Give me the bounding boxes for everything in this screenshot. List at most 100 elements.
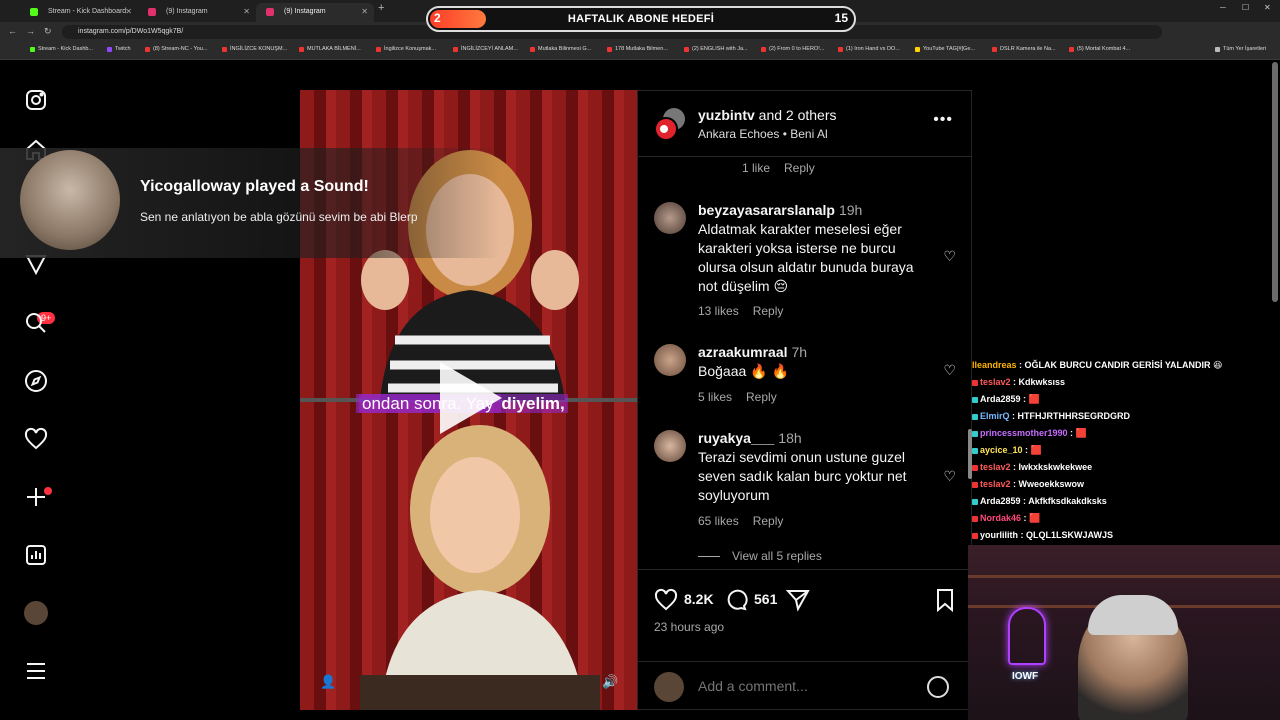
instagram-icon xyxy=(148,8,156,16)
bookmark-item[interactable]: (1) Iron Hand vs DO... xyxy=(838,46,900,52)
bookmark-item[interactable]: YouTube TAG[#]Ge... xyxy=(915,46,975,52)
search-icon[interactable] xyxy=(24,311,48,335)
like-count[interactable]: 13 likes xyxy=(698,304,739,318)
close-window-button[interactable]: ✕ xyxy=(1264,3,1271,12)
chat-text: HTFHJRTHHRSEGRDGRD xyxy=(1017,411,1131,421)
comment-text: Boğaaa 🔥 🔥 xyxy=(698,363,789,379)
bookmark-item[interactable]: MUTLAKA BİLMENİ... xyxy=(299,46,361,52)
bookmark-item[interactable]: (2) ENGLISH with Ja... xyxy=(684,46,748,52)
bookmark-item[interactable]: DSLR Kamera ile Na... xyxy=(992,46,1056,52)
chat-user: Arda2859 xyxy=(980,394,1021,404)
chat-text: Akfkfksdkakdksks xyxy=(1028,496,1107,506)
chat-user: aycice_10 xyxy=(980,445,1023,455)
like-count[interactable]: 65 likes xyxy=(698,514,739,528)
comment-total[interactable]: 561 xyxy=(754,591,777,607)
chat-user: Arda2859 xyxy=(980,496,1021,506)
bookmark-item[interactable]: (5) Mortal Kombat 4... xyxy=(1069,46,1130,52)
explore-icon[interactable] xyxy=(24,369,48,393)
page-scrollbar[interactable] xyxy=(1272,62,1278,302)
chat-message: Arda2859 : Akfkfksdkakdksks xyxy=(972,496,1107,506)
comment-username[interactable]: beyzayasararslanalp xyxy=(698,202,835,218)
tab-instagram-1[interactable]: (9) Instagram ✕ xyxy=(138,3,256,22)
chat-text: 🟥 xyxy=(1030,445,1042,455)
chat-user: teslav2 xyxy=(980,462,1011,472)
reply-button[interactable]: Reply xyxy=(784,161,815,175)
comment-avatar[interactable] xyxy=(654,344,686,376)
reload-button[interactable]: ↻ xyxy=(44,26,52,37)
sound-alert-overlay: Yicogalloway played a Sound! Sen ne anla… xyxy=(0,148,500,258)
more-options-icon[interactable]: ••• xyxy=(933,111,953,129)
view-replies-link[interactable]: View all 5 replies xyxy=(698,549,822,563)
author-suffix[interactable]: and 2 others xyxy=(759,107,837,123)
comment-icon[interactable] xyxy=(724,588,748,612)
new-tab-button[interactable]: + xyxy=(378,2,384,14)
reply-button[interactable]: Reply xyxy=(753,514,784,528)
tab-kick-dashboard[interactable]: Stream - Kick Dashboard ✕ xyxy=(20,3,138,22)
volume-icon[interactable]: 🔊 xyxy=(602,674,618,690)
menu-icon[interactable] xyxy=(24,659,48,683)
comment-text: Terazi sevdimi onun ustune guzel seven s… xyxy=(698,449,907,503)
profile-avatar[interactable] xyxy=(24,601,48,625)
chat-user: Nordak46 xyxy=(980,513,1022,523)
comment-username[interactable]: azraakumraal xyxy=(698,344,788,360)
badge-icon xyxy=(972,515,978,522)
prev-comment-meta: 1 like Reply xyxy=(742,161,829,175)
reply-button[interactable]: Reply xyxy=(746,390,777,404)
chat-message: Arda2859 : 🟥 xyxy=(972,394,1040,405)
comment-avatar[interactable] xyxy=(654,202,686,234)
bookmark-item[interactable]: Mutlaka Bilinmesi G... xyxy=(530,46,591,52)
collab-avatars[interactable] xyxy=(654,107,686,141)
reply-button[interactable]: Reply xyxy=(753,304,784,318)
heart-icon[interactable] xyxy=(24,427,48,451)
badge-icon xyxy=(972,464,978,471)
minimize-button[interactable]: ─ xyxy=(1220,3,1226,12)
bookmark-item[interactable]: İNGİLİZCE KONUŞM... xyxy=(222,46,287,52)
comment-username[interactable]: ruyakya___ xyxy=(698,430,774,446)
comment-avatar[interactable] xyxy=(654,430,686,462)
audio-track[interactable]: Ankara Echoes • Beni Al xyxy=(698,127,828,141)
like-count[interactable]: 1 like xyxy=(742,161,770,175)
like-heart-icon[interactable]: ♡ xyxy=(943,362,956,379)
like-heart-icon[interactable]: ♡ xyxy=(943,248,956,265)
play-icon[interactable] xyxy=(440,362,502,434)
forward-button[interactable]: → xyxy=(26,26,35,36)
bookmark-item[interactable]: 178 Mutlaka Bilmen... xyxy=(607,46,668,52)
post-author: yuzbintv and 2 others xyxy=(698,107,837,123)
comment-input[interactable] xyxy=(698,678,898,694)
comment-user: ruyakya___ 18h xyxy=(698,430,802,446)
share-icon[interactable] xyxy=(785,588,810,612)
chat-message: ElmirQ : HTFHJRTHHRSEGRDGRD xyxy=(972,411,1130,421)
bookmark-item[interactable]: İNGİLİZCEYİ ANLAM... xyxy=(453,46,518,52)
emoji-icon[interactable] xyxy=(927,676,949,698)
webcam-feed: IOWF xyxy=(968,545,1280,720)
bookmark-item[interactable]: Twitch xyxy=(107,46,131,52)
create-icon[interactable] xyxy=(24,485,48,509)
like-heart-icon[interactable]: ♡ xyxy=(943,468,956,485)
like-count[interactable]: 5 likes xyxy=(698,390,732,404)
close-icon[interactable]: ✕ xyxy=(243,3,250,20)
insights-icon[interactable] xyxy=(24,543,48,567)
bookmark-item[interactable]: Stream - Kick Dashb... xyxy=(30,46,93,52)
chat-message: aycice_10 : 🟥 xyxy=(972,445,1042,456)
comment-meta: 5 likes Reply xyxy=(698,390,791,404)
bookmark-item[interactable]: İngilizce Konuşmak... xyxy=(376,46,436,52)
like-icon[interactable] xyxy=(654,588,678,612)
instagram-logo-icon[interactable] xyxy=(24,88,48,112)
bookmark-item[interactable]: (2) From 0 to HERO!... xyxy=(761,46,824,52)
author-username[interactable]: yuzbintv xyxy=(698,107,755,123)
back-button[interactable]: ← xyxy=(8,26,17,36)
all-bookmarks[interactable]: Tüm Yer İşaretleri xyxy=(1215,46,1266,52)
tagged-user-icon[interactable]: 👤 xyxy=(320,674,336,690)
close-icon[interactable]: ✕ xyxy=(361,3,368,20)
maximize-button[interactable]: ☐ xyxy=(1242,3,1249,12)
tab-instagram-2[interactable]: (9) Instagram ✕ xyxy=(256,3,374,22)
bookmark-icon[interactable] xyxy=(933,588,957,613)
close-icon[interactable]: ✕ xyxy=(125,3,132,20)
like-total[interactable]: 8.2K xyxy=(684,591,714,607)
user-avatar xyxy=(654,672,684,702)
bookmark-item[interactable]: (8) Stream-NC - You... xyxy=(145,46,207,52)
chat-text: Iwkxkskwkekwee xyxy=(1018,462,1093,472)
chat-text: QLQL1LSKWJAWJS xyxy=(1026,530,1114,540)
url-text: instagram.com/p/DWo1W5qgk7B/ xyxy=(78,28,184,35)
goal-title: HAFTALIK ABONE HEDEFİ xyxy=(567,13,715,25)
